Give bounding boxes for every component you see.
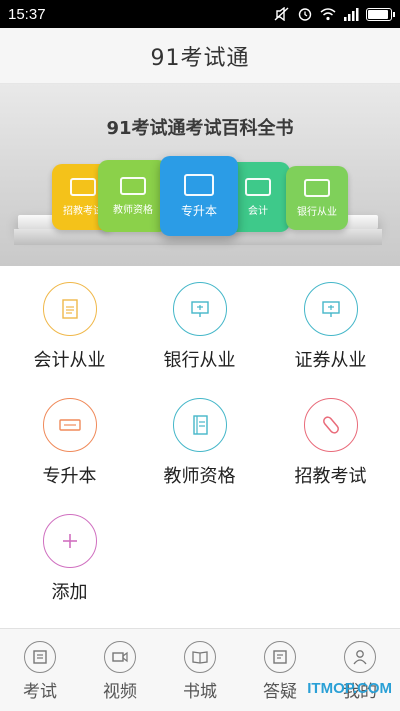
nav-exam[interactable]: 考试 [0, 629, 80, 711]
book-yinhang[interactable]: 银行从业 [286, 166, 348, 230]
book-glyph-icon [120, 176, 146, 195]
book-jiaoshi[interactable]: 教师资格 [98, 160, 168, 232]
book-label: 招教考试 [63, 205, 103, 217]
eraser-icon [303, 398, 358, 452]
category-zhuanshengben[interactable]: 专升本 [3, 398, 136, 488]
banner[interactable]: 91考试通考试百科全书 招教考试 教师资格 会计 银行从业 专升本 [0, 84, 400, 266]
category-zhengquan[interactable]: 证券从业 [264, 282, 397, 372]
nav-qa[interactable]: 答疑 [240, 629, 320, 711]
category-label: 银行从业 [163, 350, 236, 371]
book-icon [184, 641, 216, 673]
status-icons [274, 7, 395, 21]
book-glyph-icon [184, 173, 214, 196]
nav-label: 书城 [183, 682, 217, 702]
nav-profile[interactable]: 我的 [320, 629, 400, 711]
category-grid: 会计从业 银行从业 证券从业 专升本 教师资格 招教考试 添加 [0, 266, 400, 628]
nav-video[interactable]: 视频 [80, 629, 160, 711]
category-label: 招教考试 [294, 466, 367, 487]
plus-icon [42, 514, 97, 568]
video-icon [104, 641, 136, 673]
banner-title: 91考试通考试百科全书 [106, 118, 294, 139]
alarm-icon [298, 8, 312, 21]
book-kuaiji[interactable]: 专升本 [160, 156, 238, 236]
book-glyph-icon [245, 177, 271, 196]
nav-label: 考试 [23, 682, 57, 702]
book-label: 银行从业 [297, 206, 337, 218]
exam-icon [24, 641, 56, 673]
mute-icon [274, 7, 289, 21]
category-label: 会计从业 [33, 350, 106, 371]
category-zhaojiao[interactable]: 招教考试 [264, 398, 397, 488]
book-label: 专升本 [180, 203, 217, 218]
presentation-board-icon [303, 282, 358, 336]
category-add[interactable]: 添加 [3, 514, 136, 604]
bottom-nav: 考试 视频 书城 答疑 我的 [0, 628, 400, 711]
book-glyph-icon [304, 178, 330, 197]
book-glyph-icon [70, 177, 96, 196]
category-yinhang[interactable]: 银行从业 [133, 282, 266, 372]
battery-icon [366, 7, 395, 21]
document-icon [42, 282, 97, 336]
app-header: 91考试通 [0, 28, 400, 84]
status-bar: 15:37 [0, 0, 400, 28]
nav-label: 答疑 [263, 682, 297, 702]
category-label: 证券从业 [294, 350, 367, 371]
wifi-icon [320, 8, 336, 21]
qa-icon [264, 641, 296, 673]
book-label: 教师资格 [113, 204, 153, 216]
user-icon [344, 641, 376, 673]
notebook-icon [172, 398, 227, 452]
app-title: 91考试通 [150, 45, 250, 71]
watermark: ITMOP.COM [307, 680, 392, 697]
presentation-board-icon [172, 282, 227, 336]
nav-label: 视频 [103, 682, 137, 702]
nav-bookstore[interactable]: 书城 [160, 629, 240, 711]
category-label: 添加 [51, 582, 88, 603]
category-kuaiji[interactable]: 会计从业 [3, 282, 136, 372]
category-label: 教师资格 [163, 466, 236, 487]
ticket-icon [42, 398, 97, 452]
category-jiaoshi[interactable]: 教师资格 [133, 398, 266, 488]
book-label: 会计 [248, 205, 268, 217]
status-time: 15:37 [8, 5, 46, 23]
category-label: 专升本 [42, 466, 97, 487]
signal-icon [344, 8, 359, 21]
